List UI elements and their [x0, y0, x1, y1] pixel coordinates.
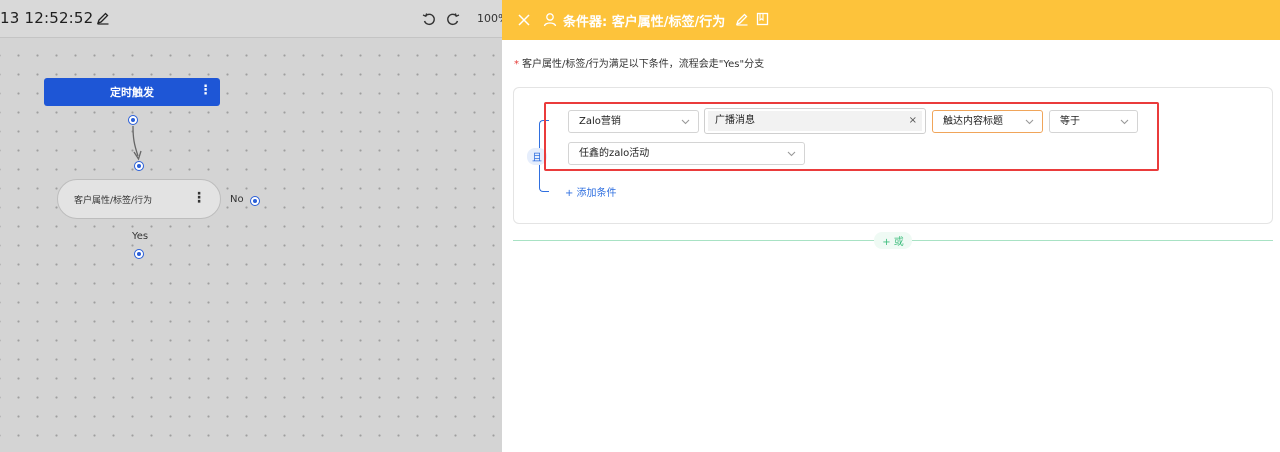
yes-branch-label: Yes [132, 231, 149, 242]
no-branch-port[interactable] [250, 196, 260, 206]
value-select[interactable]: 任鑫的zalo活动 [568, 142, 805, 165]
operator-select-value: 等于 [1060, 116, 1080, 127]
trigger-node[interactable]: 定时触发 ⋮ [44, 78, 220, 106]
trigger-node-menu-icon[interactable]: ⋮ [199, 83, 212, 99]
notes-icon[interactable] [756, 12, 769, 26]
panel-header: 条件器: 客户属性/标签/行为 [502, 0, 1280, 40]
required-mark: * [514, 59, 519, 70]
operator-select[interactable]: 等于 [1049, 110, 1138, 133]
trigger-output-port[interactable] [128, 115, 138, 125]
rule-description-text: 客户属性/标签/行为满足以下条件，流程会走"Yes"分支 [522, 59, 765, 70]
chevron-down-icon [681, 119, 690, 125]
field-select[interactable]: 触达内容标题 [932, 110, 1043, 133]
no-branch-label: No [230, 194, 244, 205]
yes-branch-port[interactable] [134, 249, 144, 259]
condition-node-label: 客户属性/标签/行为 [74, 195, 153, 206]
rule-description: * 客户属性/标签/行为满足以下条件，流程会走"Yes"分支 [514, 55, 764, 70]
add-or-group-button[interactable]: + 或 [874, 232, 912, 249]
condition-group-card: 且 Zalo营销 广播消息 × 触达内容标题 等于 任鑫的zalo活动 + 添加… [513, 87, 1273, 224]
flow-canvas[interactable]: 13 12:52:52 100% 定时触发 ⋮ 客户属性/标签/行为 ⋮ No … [0, 0, 502, 452]
chevron-down-icon [1025, 119, 1034, 125]
add-condition-button[interactable]: + 添加条件 [565, 184, 617, 199]
condition-input-port[interactable] [134, 161, 144, 171]
user-icon [543, 13, 557, 27]
flow-connectors [132, 125, 142, 161]
category-select-value: Zalo营销 [579, 116, 621, 127]
and-toggle[interactable]: 且 [527, 148, 547, 165]
tag-chip-label: 广播消息 [715, 115, 755, 126]
condition-node-menu-icon[interactable]: ⋮ [192, 190, 206, 206]
panel-title: 条件器: 客户属性/标签/行为 [563, 15, 726, 30]
category-select[interactable]: Zalo营销 [568, 110, 699, 133]
edit-title-icon[interactable] [735, 12, 749, 26]
chevron-down-icon [787, 151, 796, 157]
tag-remove-icon[interactable]: × [909, 111, 917, 131]
tag-chip: 广播消息 × [708, 111, 922, 131]
chevron-down-icon [1120, 119, 1129, 125]
condition-node[interactable]: 客户属性/标签/行为 ⋮ [57, 179, 221, 219]
tag-multiselect[interactable]: 广播消息 × [704, 108, 926, 134]
value-select-value: 任鑫的zalo活动 [579, 148, 650, 159]
close-icon[interactable] [516, 12, 532, 28]
condition-config-panel: 条件器: 客户属性/标签/行为 * 客户属性/标签/行为满足以下条件，流程会走"Y… [502, 0, 1280, 452]
trigger-node-label: 定时触发 [110, 86, 154, 99]
field-select-value: 触达内容标题 [943, 116, 1003, 127]
